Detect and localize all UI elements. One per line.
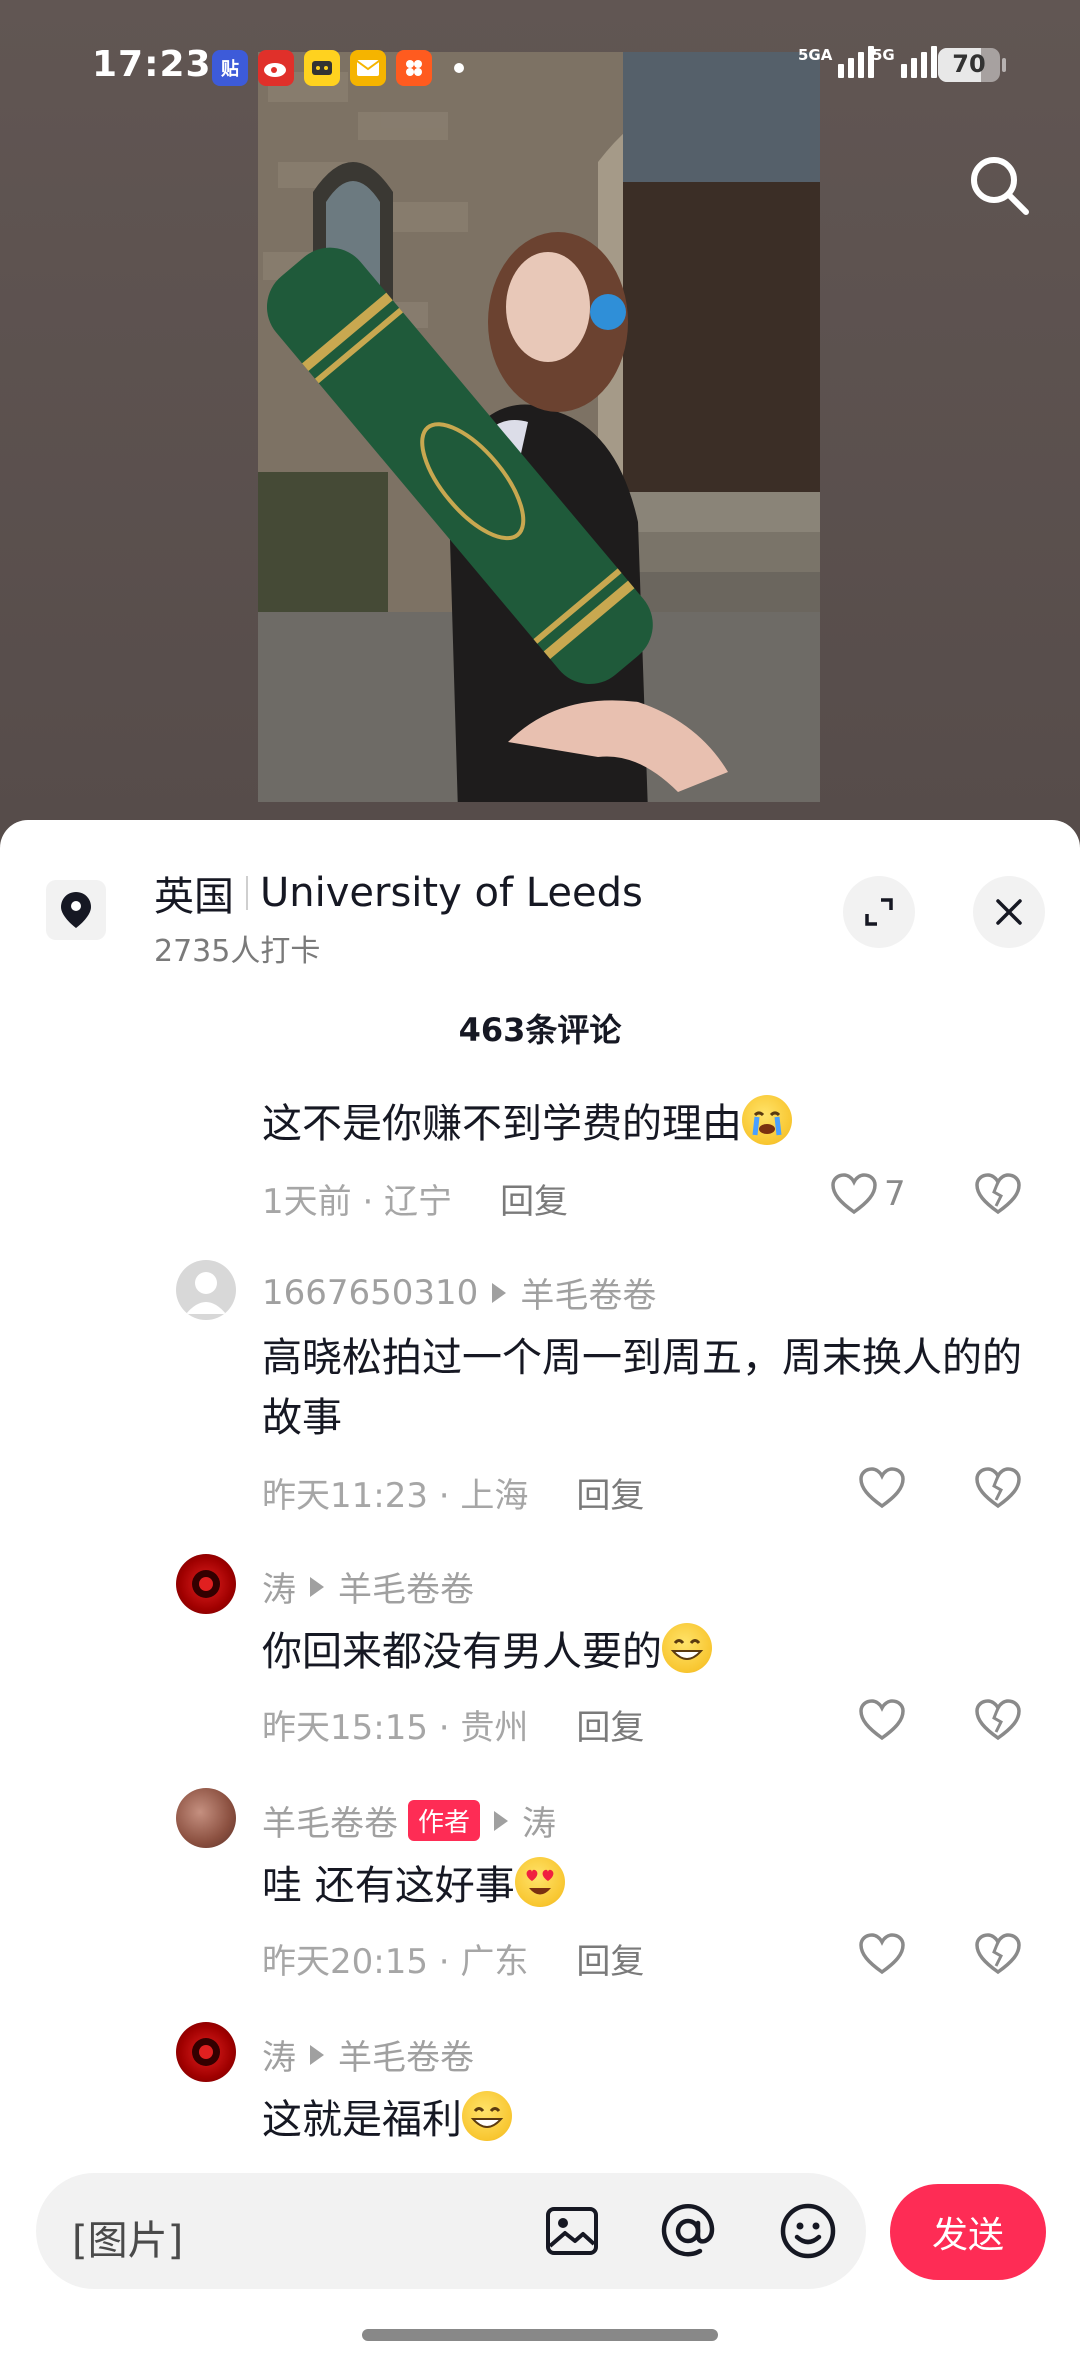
title-divider <box>246 876 248 910</box>
like-count: 7 <box>884 1174 906 1214</box>
username[interactable]: 涛 <box>262 1562 296 1611</box>
dislike-button[interactable] <box>974 1466 1022 1514</box>
emoji-button[interactable] <box>775 2198 841 2264</box>
like-button[interactable] <box>858 1932 906 1976</box>
comment-input[interactable]: [图片] <box>72 2208 183 2266</box>
more-notifications-dot <box>454 63 464 73</box>
xianyu-icon <box>304 50 340 86</box>
expand-icon <box>865 898 893 926</box>
reply-arrow-icon <box>494 1810 509 1831</box>
reply-button[interactable]: 回复 <box>500 1174 568 1223</box>
comments-count: 463条评论 <box>458 1011 622 1049</box>
dislike-button[interactable] <box>974 1932 1022 1980</box>
avatar[interactable] <box>176 1788 236 1848</box>
comment-meta: 昨天15:15 · 贵州 回复 <box>262 1700 644 1749</box>
broken-heart-icon <box>975 1467 1021 1509</box>
at-icon <box>661 2203 715 2257</box>
location-country: 英国 <box>154 874 234 920</box>
expand-button[interactable] <box>843 876 915 948</box>
signal-5ga-icon: 5GA <box>798 46 875 78</box>
comment-author: 涛 羊毛卷卷 <box>262 2030 474 2079</box>
reply-button[interactable]: 回复 <box>576 1700 644 1749</box>
location-title[interactable]: 英国 University of Leeds <box>154 864 643 922</box>
comment-meta: 昨天20:15 · 广东 回复 <box>262 1934 644 1983</box>
author-badge: 作者 <box>408 1800 481 1841</box>
reply-to-user[interactable]: 羊毛卷卷 <box>520 1268 656 1317</box>
location-pin-icon <box>46 880 106 940</box>
close-icon <box>996 899 1022 925</box>
like-button[interactable]: 7 <box>830 1172 906 1216</box>
broken-heart-icon <box>975 1699 1021 1741</box>
reply-button[interactable]: 回复 <box>576 1934 644 1983</box>
image-button[interactable] <box>539 2198 605 2264</box>
tieba-icon: 贴 <box>212 50 248 86</box>
reply-to-user[interactable]: 羊毛卷卷 <box>338 1562 474 1611</box>
like-button[interactable] <box>858 1698 906 1742</box>
comment-author: 羊毛卷卷 作者 涛 <box>262 1796 556 1845</box>
like-button[interactable] <box>858 1466 906 1510</box>
signal-5g-icon: 5G <box>872 46 937 78</box>
reply-arrow-icon <box>492 1282 507 1303</box>
comment-meta: 昨天11:23 · 上海 回复 <box>262 1468 644 1517</box>
avatar[interactable] <box>176 1260 236 1320</box>
reply-button[interactable]: 回复 <box>576 1468 644 1517</box>
dislike-button[interactable] <box>974 1172 1022 1220</box>
comment-text: 高晓松拍过一个周一到周五，周末换人的的故事 <box>262 1335 1022 1441</box>
media-area: 17:23 贴 5GA 5G 70 <box>0 0 1080 840</box>
location-name: University of Leeds <box>260 870 643 916</box>
checkin-count: 2735人打卡 <box>154 934 321 969</box>
emoji-icon <box>780 2203 836 2259</box>
reply-arrow-icon <box>310 1576 324 1597</box>
home-indicator[interactable] <box>362 2329 718 2341</box>
comment-text: 你回来都没有男人要的 <box>262 1622 1022 1682</box>
status-bar: 17:23 贴 5GA 5G 70 <box>0 0 1080 120</box>
username[interactable]: 羊毛卷卷 <box>262 1796 398 1845</box>
broken-heart-icon <box>975 1933 1021 1975</box>
heart-eyes-emoji-icon <box>514 1857 565 1907</box>
photo-illustration <box>258 52 820 802</box>
comment-text: 哇 还有这好事 <box>262 1856 1022 1916</box>
grinning-emoji-icon <box>662 1623 712 1673</box>
heart-icon <box>859 1467 905 1509</box>
username[interactable]: 涛 <box>262 2030 296 2079</box>
broken-heart-icon <box>975 1173 1021 1215</box>
reply-to-user[interactable]: 羊毛卷卷 <box>338 2030 474 2079</box>
comment-author: 1667650310 羊毛卷卷 <box>262 1268 656 1317</box>
send-button[interactable]: 发送 <box>890 2184 1046 2280</box>
heart-icon <box>859 1933 905 1975</box>
reply-arrow-icon <box>310 2044 324 2065</box>
comment-text: 这不是你赚不到学费的理由 <box>262 1094 1022 1154</box>
notification-icons: 贴 <box>212 50 464 86</box>
heart-icon <box>831 1173 877 1215</box>
username[interactable]: 1667650310 <box>262 1273 478 1313</box>
image-icon <box>546 2207 598 2255</box>
status-time: 17:23 <box>92 44 212 85</box>
avatar[interactable] <box>176 2022 236 2082</box>
mail-icon <box>350 50 386 86</box>
search-icon[interactable] <box>964 150 1034 220</box>
comment-text: 这就是福利 <box>262 2090 1022 2150</box>
grinning-emoji-icon <box>462 2091 512 2141</box>
battery-icon: 70 <box>938 48 1000 82</box>
app-icon <box>396 50 432 86</box>
weibo-icon <box>258 50 294 86</box>
crying-emoji-icon <box>742 1095 792 1145</box>
dislike-button[interactable] <box>974 1698 1022 1746</box>
comment-author: 涛 羊毛卷卷 <box>262 1562 474 1611</box>
post-photo[interactable] <box>258 52 820 802</box>
heart-icon <box>859 1699 905 1741</box>
close-button[interactable] <box>973 876 1045 948</box>
reply-to-user[interactable]: 涛 <box>522 1796 556 1845</box>
mention-button[interactable] <box>655 2198 721 2264</box>
avatar[interactable] <box>176 1554 236 1614</box>
comment-meta: 1天前 · 辽宁 回复 <box>262 1174 568 1223</box>
